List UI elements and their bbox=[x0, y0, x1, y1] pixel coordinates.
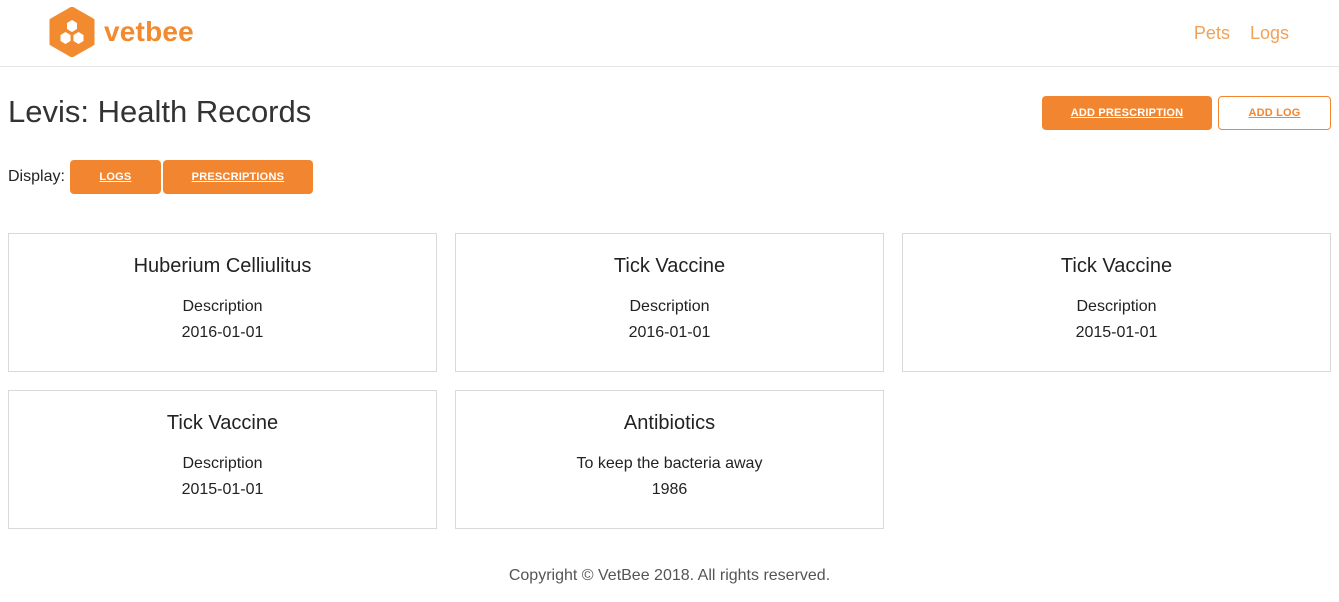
record-card: Huberium Celliulitus Description 2016-01… bbox=[8, 233, 437, 372]
record-date: 2015-01-01 bbox=[181, 481, 264, 498]
record-title: Tick Vaccine bbox=[613, 255, 726, 277]
display-filter: Display: LOGS PRESCRIPTIONS bbox=[8, 160, 313, 194]
record-description: To keep the bacteria away bbox=[576, 455, 763, 472]
record-date: 2016-01-01 bbox=[181, 324, 264, 341]
record-description: Description bbox=[182, 455, 263, 472]
record-title: Tick Vaccine bbox=[166, 412, 279, 434]
record-card: Tick Vaccine Description 2016-01-01 bbox=[455, 233, 884, 372]
record-card: Tick Vaccine Description 2015-01-01 bbox=[8, 390, 437, 529]
record-title: Tick Vaccine bbox=[1060, 255, 1173, 277]
record-description: Description bbox=[629, 298, 710, 315]
add-prescription-button[interactable]: ADD PRESCRIPTION bbox=[1042, 96, 1212, 130]
record-title: Antibiotics bbox=[623, 412, 716, 434]
record-date: 1986 bbox=[651, 481, 688, 498]
record-description: Description bbox=[1076, 298, 1157, 315]
display-label: Display: bbox=[8, 168, 65, 185]
nav-link-logs[interactable]: Logs bbox=[1250, 21, 1289, 45]
footer-copyright: Copyright © VetBee 2018. All rights rese… bbox=[508, 567, 831, 584]
honeycomb-icon bbox=[49, 7, 95, 57]
add-log-button[interactable]: ADD LOG bbox=[1218, 96, 1331, 130]
brand-logo-link[interactable]: vetbee bbox=[49, 7, 194, 57]
filter-logs-button[interactable]: LOGS bbox=[69, 160, 161, 194]
record-date: 2016-01-01 bbox=[628, 324, 711, 341]
nav-link-pets[interactable]: Pets bbox=[1194, 21, 1230, 45]
brand-name: vetbee bbox=[104, 16, 194, 47]
record-date: 2015-01-01 bbox=[1075, 324, 1158, 341]
record-description: Description bbox=[182, 298, 263, 315]
record-card: Tick Vaccine Description 2015-01-01 bbox=[902, 233, 1331, 372]
page-title: Levis: Health Records bbox=[8, 94, 312, 129]
top-navbar: vetbee Pets Logs bbox=[0, 0, 1339, 67]
record-card: Antibiotics To keep the bacteria away 19… bbox=[455, 390, 884, 529]
filter-prescriptions-button[interactable]: PRESCRIPTIONS bbox=[162, 160, 313, 194]
record-title: Huberium Celliulitus bbox=[133, 255, 312, 277]
main-nav: Pets Logs bbox=[1174, 21, 1289, 45]
